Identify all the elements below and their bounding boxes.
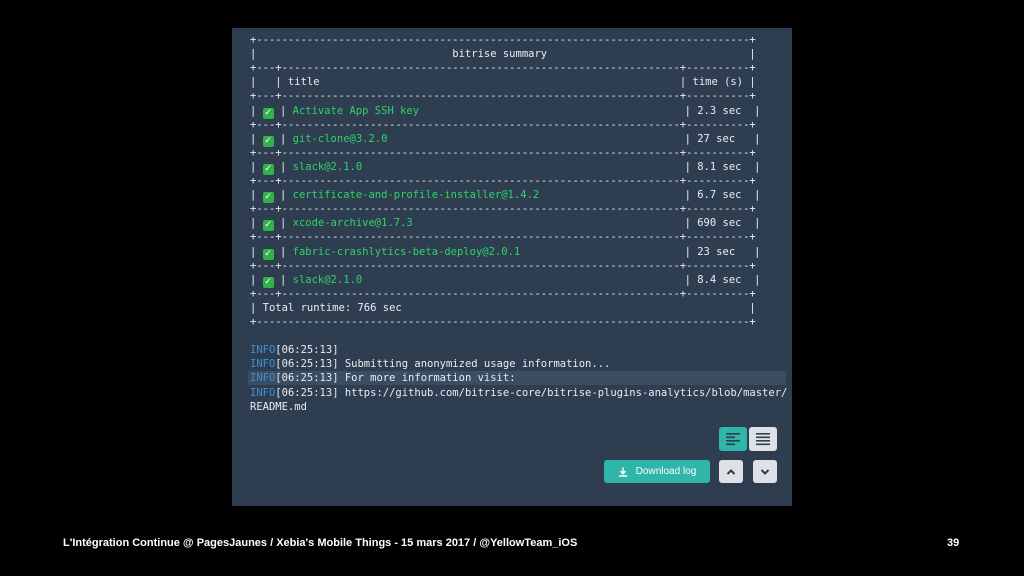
step-title: slack@2.1.0 (292, 273, 363, 286)
info-log-line: INFO[06:25:13] https://github.com/bitris… (250, 386, 787, 400)
step-row: | ✓ | git-clone@3.2.0 | 27 sec | (250, 132, 761, 147)
table-border-line: +---------------------------------------… (250, 34, 756, 46)
step-row: | ✓ | xcode-archive@1.7.3 | 690 sec | (250, 217, 761, 232)
table-border-line: +---+-----------------------------------… (250, 231, 756, 244)
step-time: | 2.3 sec | (684, 104, 761, 117)
step-time: | 8.1 sec | (684, 160, 761, 173)
toggle-full-view-button[interactable] (749, 427, 777, 451)
step-title: fabric-crashlytics-beta-deploy@2.0.1 (292, 245, 521, 258)
step-row: | ✓ | certificate-and-profile-installer@… (250, 189, 761, 204)
scroll-top-button[interactable] (719, 460, 743, 483)
info-log-line: INFO[06:25:13] Submitting anonymized usa… (250, 357, 610, 371)
info-message: [06:25:13] (275, 344, 339, 357)
slide-page-number: 39 (947, 537, 960, 549)
step-row: | ✓ | Activate App SSH key | 2.3 sec | (250, 104, 761, 119)
scroll-bottom-button[interactable] (753, 460, 777, 483)
step-title: slack@2.1.0 (292, 160, 363, 173)
log-line: | | title | time (s) | (250, 76, 756, 89)
info-tag: INFO (250, 344, 276, 357)
step-row: | ✓ | fabric-crashlytics-beta-deploy@2.0… (250, 245, 761, 260)
info-message: [06:25:13] For more information visit: (275, 372, 516, 385)
info-log-line: INFO[06:25:13] For more information visi… (248, 371, 786, 386)
chevron-down-icon (760, 468, 770, 475)
table-border-line: +---+-----------------------------------… (250, 203, 756, 216)
info-message: [06:25:13] Submitting anonymized usage i… (275, 358, 611, 371)
toggle-wrapped-view-button[interactable] (719, 427, 747, 451)
table-border-line: +---------------------------------------… (250, 316, 756, 328)
slide-footer-caption: L'Intégration Continue @ PagesJaunes / X… (63, 537, 578, 549)
table-border-line: +---+-----------------------------------… (250, 118, 756, 131)
step-time: | 690 sec | (684, 217, 761, 230)
log-line: | Total runtime: 766 sec | (250, 301, 756, 314)
step-time: | 23 sec | (684, 245, 761, 258)
log-line: README.md (250, 400, 307, 413)
download-icon (618, 467, 627, 477)
download-log-label: Download log (635, 466, 697, 477)
table-border-line: +---+-----------------------------------… (250, 62, 756, 75)
step-row: | ✓ | slack@2.1.0 | 8.4 sec | (250, 273, 761, 288)
download-log-button[interactable]: Download log (604, 460, 710, 483)
step-title: xcode-archive@1.7.3 (292, 217, 413, 230)
info-tag: INFO (250, 386, 276, 399)
table-border-line: +---+-----------------------------------… (250, 90, 756, 103)
table-border-line: +---+-----------------------------------… (250, 259, 756, 272)
info-message: [06:25:13] https://github.com/bitrise-co… (275, 386, 788, 399)
step-time: | 27 sec | (684, 132, 761, 145)
step-time: | 8.4 sec | (684, 273, 761, 286)
align-left-icon (726, 433, 740, 446)
step-title: git-clone@3.2.0 (292, 132, 388, 145)
table-border-line: +---+-----------------------------------… (250, 146, 756, 159)
step-row: | ✓ | slack@2.1.0 | 8.1 sec | (250, 160, 761, 175)
step-time: | 6.7 sec | (684, 189, 761, 202)
info-tag: INFO (250, 372, 276, 385)
build-log-panel: +---------------------------------------… (232, 28, 792, 506)
info-tag: INFO (250, 358, 276, 371)
log-line: | bitrise summary | (250, 48, 756, 61)
table-border-line: +---+-----------------------------------… (250, 175, 756, 187)
chevron-up-icon (726, 468, 736, 475)
lines-icon (756, 433, 770, 446)
info-log-line: INFO[06:25:13] (250, 343, 339, 357)
table-border-line: +---+-----------------------------------… (250, 287, 756, 300)
step-title: certificate-and-profile-installer@1.4.2 (292, 189, 540, 202)
step-title: Activate App SSH key (292, 104, 420, 117)
